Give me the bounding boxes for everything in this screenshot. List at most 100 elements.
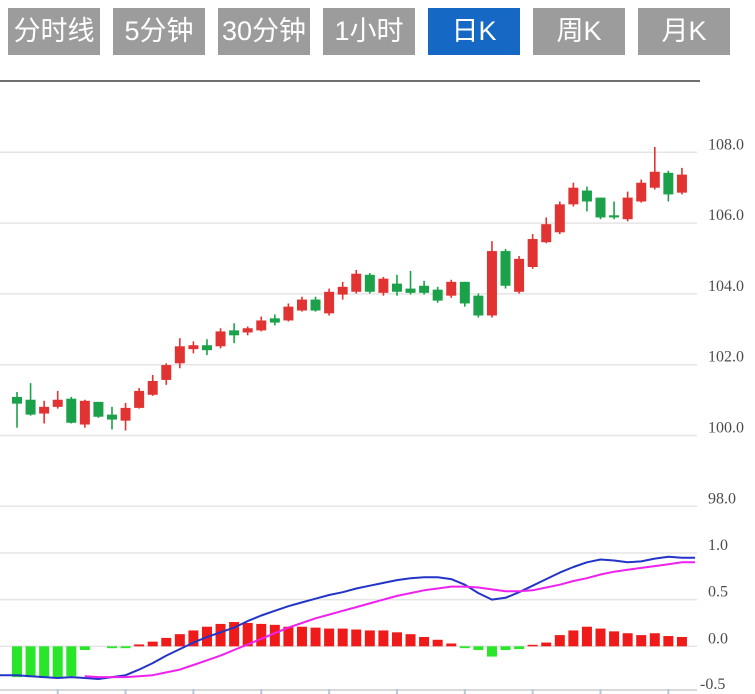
candle-body-up [53,400,63,407]
candle-body-down [107,415,117,420]
macd-bar-up [378,630,388,646]
candle-body-up [528,239,538,267]
macd-bar-up [555,635,565,646]
candle-body-down [93,402,103,417]
macd-bar-up [406,634,416,646]
tab-5min[interactable]: 5分钟 [113,8,205,55]
macd-bar-up [324,629,334,647]
candle-body-up [636,183,646,202]
macd-bar-up [582,627,592,647]
macd-bar-down [80,646,90,650]
macd-bar-down [53,646,63,677]
candle-body-down [460,282,470,304]
macd-bar-down [501,646,511,650]
macd-bar-down [26,646,36,677]
macd-dea-line [85,562,695,677]
price-axis-label: 102.0 [708,349,744,366]
macd-bar-down [460,646,470,648]
period-tabbar: 分时线 5分钟 30分钟 1小时 日K 周K 月K [8,8,730,55]
candle-body-down [202,345,212,350]
candle-body-up [256,320,266,330]
macd-bar-up [256,624,266,646]
candle-body-up [446,282,456,296]
price-axis-label: 104.0 [708,278,744,295]
macd-bar-up [419,637,429,646]
macd-bar-down [514,646,524,649]
macd-bar-up [636,635,646,646]
price-axis-label: 106.0 [708,207,744,224]
candle-body-down [433,290,443,301]
tab-timeline[interactable]: 分时线 [8,8,100,55]
candle-body-up [216,331,226,346]
candle-body-up [121,408,131,421]
candle-body-down [596,198,606,218]
macd-bar-up [433,640,443,647]
tab-weekly[interactable]: 周K [533,8,625,55]
candle-body-up [80,401,90,425]
macd-bar-up [311,628,321,647]
tab-30min[interactable]: 30分钟 [218,8,310,55]
price-axis-label: 108.0 [708,136,744,153]
candle-body-down [26,400,36,415]
macd-bar-down [39,646,49,678]
macd-bar-up [623,633,633,646]
macd-bar-down [12,646,22,677]
candle-body-up [148,381,158,395]
macd-bar-up [528,645,538,647]
candle-body-down [66,399,76,423]
macd-bar-up [365,630,375,646]
candle-body-down [229,330,239,335]
macd-dif-line [0,557,695,679]
candle-body-down [270,318,280,322]
macd-bar-down [107,646,117,648]
macd-bar-down [473,646,483,650]
candle-body-up [351,274,361,292]
candle-body-up [555,204,565,232]
macd-bar-up [297,627,307,647]
macd-bar-up [392,632,402,646]
tab-daily[interactable]: 日K [428,8,520,55]
candle-body-up [677,175,687,193]
macd-bar-up [596,629,606,647]
macd-bar-up [446,644,456,647]
candle-body-up [134,391,144,408]
candle-body-up [175,346,185,363]
candle-body-down [311,300,321,311]
macd-bar-up [650,633,660,646]
macd-bar-up [148,642,158,647]
candle-body-down [406,289,416,293]
candle-body-up [378,279,388,293]
candle-body-up [568,188,578,205]
price-axis-label: 100.0 [708,420,744,437]
macd-axis-label: 0.5 [708,584,728,601]
kline-chart[interactable]: 108.0 106.0 104.0 102.0 100.0 98.0 1.0 0.5 0.0 -0… [0,0,755,694]
candle-body-up [283,307,293,321]
price-axis-label: 98.0 [708,490,736,507]
macd-bar-up [161,638,171,646]
tab-monthly[interactable]: 月K [638,8,730,55]
macd-axis-label: 1.0 [708,537,728,554]
candle-body-up [650,172,660,188]
macd-bar-up [175,634,185,646]
candle-body-up [188,345,198,349]
macd-bar-up [677,637,687,646]
candle-body-up [324,292,334,314]
macd-bar-up [216,624,226,646]
candle-body-up [338,287,348,295]
candle-body-down [663,173,673,195]
candle-body-up [243,328,253,332]
macd-bar-up [338,629,348,647]
macd-bar-up [541,643,551,647]
candle-body-down [392,284,402,292]
kline-app: { "toolbar": { "tabs": [ {"id": "timelin… [0,0,755,694]
candle-body-up [514,259,524,292]
tab-1hour[interactable]: 1小时 [323,8,415,55]
candle-body-down [582,191,592,202]
macd-bar-down [66,646,76,676]
candle-body-up [39,407,49,414]
candle-body-down [473,296,483,316]
candle-body-up [487,251,497,315]
macd-axis-label: -0.5 [700,676,725,693]
macd-axis-label: 0.0 [708,630,728,647]
macd-bar-down [487,646,497,656]
